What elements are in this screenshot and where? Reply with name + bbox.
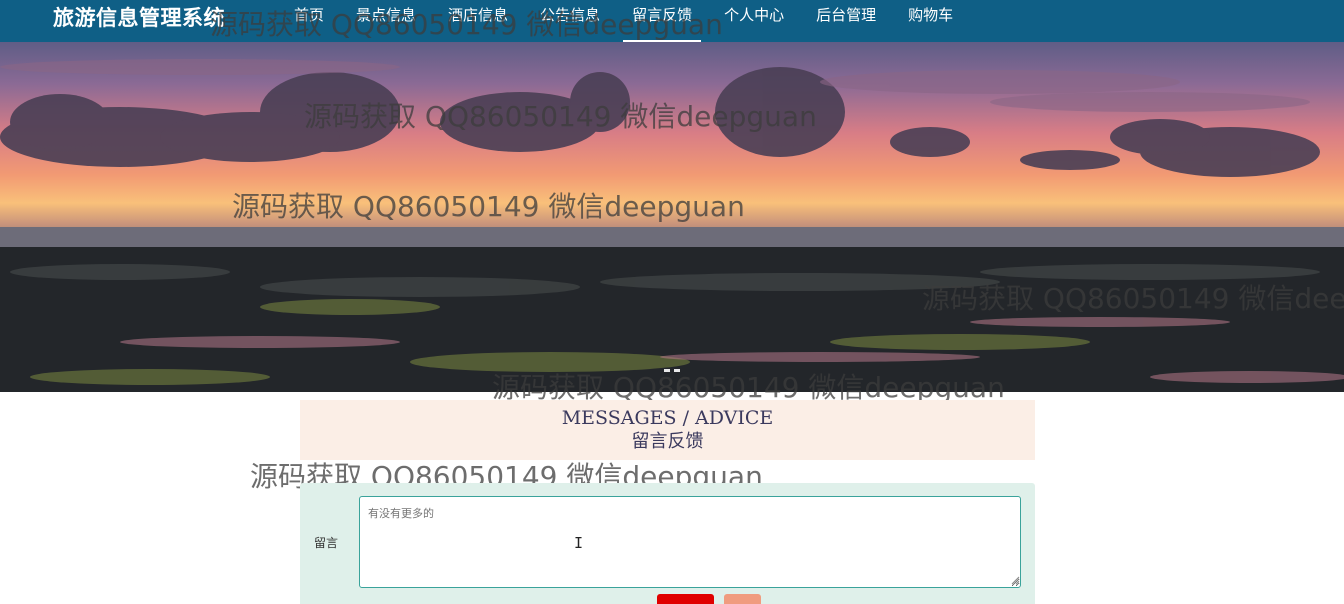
message-textarea[interactable] bbox=[359, 496, 1021, 588]
message-label: 留言 bbox=[314, 536, 339, 550]
site-brand[interactable]: 旅游信息管理系统 bbox=[53, 2, 225, 32]
reset-button[interactable] bbox=[724, 594, 761, 604]
carousel-indicators[interactable] bbox=[664, 369, 680, 372]
top-navbar: 旅游信息管理系统 首页 景点信息 酒店信息 公告信息 留言反馈 个人中心 后台管… bbox=[0, 0, 1344, 42]
hero-banner bbox=[0, 42, 1344, 392]
carousel-dot[interactable] bbox=[664, 369, 670, 372]
nav-item-feedback[interactable]: 留言反馈 bbox=[616, 0, 708, 42]
resize-handle-icon[interactable] bbox=[1010, 575, 1020, 585]
carousel-dot[interactable] bbox=[674, 369, 680, 372]
nav-item-hotels[interactable]: 酒店信息 bbox=[432, 0, 524, 42]
page: 旅游信息管理系统 首页 景点信息 酒店信息 公告信息 留言反馈 个人中心 后台管… bbox=[0, 0, 1344, 604]
nav-item-home[interactable]: 首页 bbox=[278, 0, 340, 42]
nav-item-admin[interactable]: 后台管理 bbox=[800, 0, 892, 42]
nav-item-cart[interactable]: 购物车 bbox=[892, 0, 969, 42]
feedback-form: 留言 bbox=[300, 483, 1035, 604]
section-title-chinese: 留言反馈 bbox=[631, 431, 704, 452]
text-cursor-icon: I bbox=[574, 534, 584, 552]
nav-item-attractions[interactable]: 景点信息 bbox=[340, 0, 432, 42]
section-title-box: MESSAGES / ADVICE 留言反馈 bbox=[300, 400, 1035, 460]
submit-button[interactable] bbox=[657, 594, 714, 604]
main-nav: 首页 景点信息 酒店信息 公告信息 留言反馈 个人中心 后台管理 购物车 bbox=[278, 0, 969, 42]
nav-item-profile[interactable]: 个人中心 bbox=[708, 0, 800, 42]
nav-item-announcements[interactable]: 公告信息 bbox=[524, 0, 616, 42]
section-title-english: MESSAGES / ADVICE bbox=[561, 407, 774, 429]
sunset-landscape-image bbox=[0, 59, 1344, 392]
